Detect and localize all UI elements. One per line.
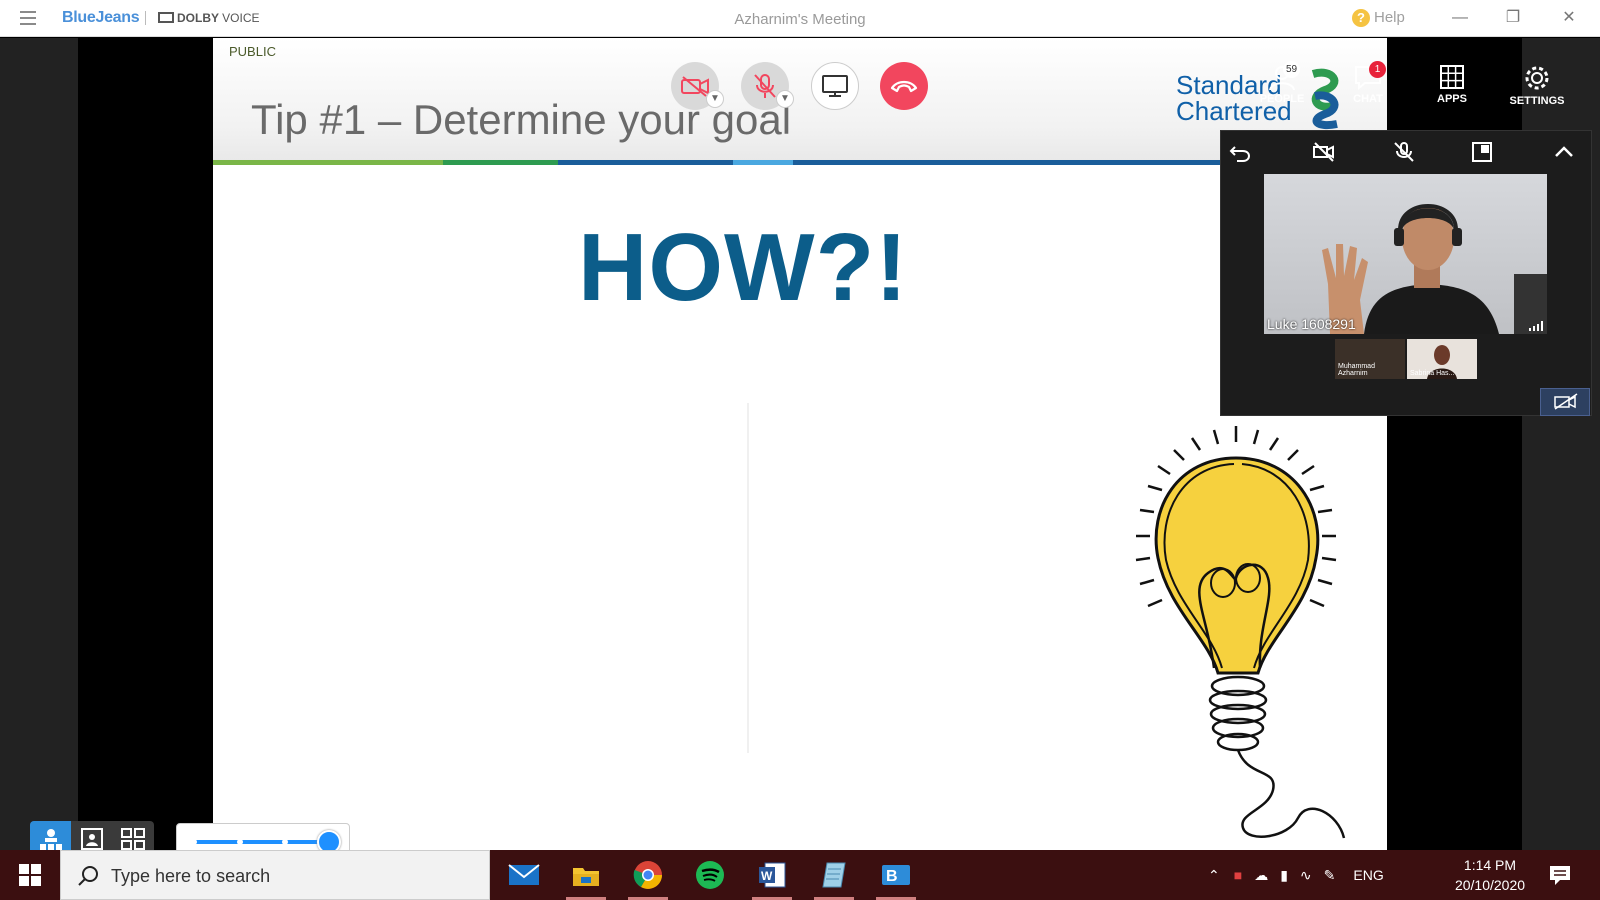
action-center-button[interactable]: [1548, 864, 1572, 891]
main-participant-video[interactable]: Luke 1608291: [1264, 174, 1547, 334]
search-icon: [78, 866, 98, 886]
slide-rule-green: [213, 160, 443, 165]
notification-app-icon[interactable]: ■: [1234, 867, 1242, 883]
video-off-icon: [681, 76, 709, 97]
slide-divider: [747, 403, 749, 753]
video-panel-toolbar: [1221, 131, 1593, 171]
thumbnail-name: Sabrina Has...: [1410, 370, 1455, 377]
svg-text:W: W: [761, 869, 773, 883]
mic-options-caret[interactable]: ▼: [776, 90, 794, 108]
chrome-app[interactable]: [624, 855, 672, 900]
mic-off-icon: [754, 74, 776, 98]
people-count-badge: 59: [1283, 61, 1301, 78]
stage-left-margin: [0, 38, 78, 850]
pen-icon[interactable]: ✎: [1324, 867, 1336, 884]
meeting-stage: PUBLIC Tip #1 – Determine your goal Stan…: [0, 38, 1600, 858]
camera-off-icon[interactable]: [1313, 141, 1335, 163]
lightbulb-illustration: [1135, 426, 1346, 839]
participant-thumbnail[interactable]: Sabrina Has...: [1407, 339, 1477, 379]
apps-grid-icon: [1440, 65, 1464, 89]
presenter-icon: [39, 829, 62, 850]
hang-up-icon: [890, 80, 918, 93]
gear-icon: [1525, 66, 1549, 90]
zoom-track: [193, 840, 329, 844]
spotify-icon: [696, 861, 724, 889]
mail-app[interactable]: [500, 855, 548, 895]
apps-label: APPS: [1437, 93, 1467, 105]
word-app[interactable]: W: [748, 855, 796, 900]
participant-name: Luke 1608291: [1267, 316, 1356, 332]
monitor-icon: [822, 75, 848, 97]
wifi-icon[interactable]: ∿: [1300, 867, 1312, 884]
bluejeans-app[interactable]: B: [872, 855, 920, 900]
windows-logo-icon: [19, 864, 41, 886]
chat-count-badge: 1: [1369, 61, 1386, 78]
zoom-stop: [191, 839, 197, 845]
help-icon: ?: [1352, 9, 1370, 27]
zoom-stop: [282, 839, 288, 845]
help-label: Help: [1374, 9, 1405, 26]
taskbar-search[interactable]: Type here to search: [60, 850, 490, 900]
hide-self-video-button[interactable]: [1540, 388, 1590, 416]
chrome-icon: [633, 861, 662, 889]
search-placeholder: Type here to search: [111, 866, 271, 886]
minimize-button[interactable]: —: [1450, 8, 1470, 28]
share-screen-button[interactable]: [811, 62, 859, 110]
language-indicator[interactable]: ENG: [1353, 867, 1383, 883]
speaker-view-icon: [80, 828, 103, 850]
apps-button[interactable]: APPS: [1417, 64, 1487, 105]
video-off-icon: [1554, 393, 1578, 410]
settings-label: SETTINGS: [1509, 95, 1565, 107]
slide-rule-blue: [558, 160, 733, 165]
slide-headline: HOW?!: [578, 214, 909, 321]
clock-date: 20/10/2020: [1454, 877, 1526, 893]
people-button[interactable]: PEOPLE: [1247, 64, 1317, 105]
chat-button[interactable]: CHAT: [1333, 64, 1403, 105]
system-tray: ⌃ ■ ☁ ▮ ∿ ✎ ENG: [1208, 850, 1384, 900]
visibility-label: PUBLIC: [229, 44, 276, 59]
mic-muted-icon[interactable]: [1393, 141, 1415, 163]
participant-thumbnail[interactable]: Muhammad Azharnim: [1335, 339, 1405, 379]
thumbnail-name: Muhammad Azharnim: [1338, 363, 1375, 377]
chat-label: CHAT: [1353, 93, 1383, 105]
start-button[interactable]: [0, 850, 60, 900]
app-titlebar: BlueJeans DOLBY VOICE Azharnim's Meeting…: [0, 0, 1600, 37]
close-button[interactable]: ✕: [1559, 8, 1579, 28]
svg-text:B: B: [886, 868, 898, 885]
chevron-up-icon[interactable]: ⌃: [1208, 867, 1220, 884]
restore-button[interactable]: ❐: [1503, 8, 1523, 28]
undo-icon[interactable]: [1229, 141, 1251, 163]
windows-taskbar: Type here to search W B ⌃ ■ ☁ ▮ ∿ ✎ ENG …: [0, 850, 1600, 900]
people-label: PEOPLE: [1259, 93, 1305, 105]
chevron-up-icon[interactable]: [1553, 141, 1575, 163]
battery-icon[interactable]: ▮: [1280, 867, 1288, 884]
participant-silhouette: [1322, 204, 1547, 334]
clock[interactable]: 1:14 PM 20/10/2020: [1440, 855, 1540, 895]
notepad-app[interactable]: [810, 855, 858, 900]
slide-rule-lightblue: [733, 160, 793, 165]
file-explorer-icon: [573, 868, 599, 886]
zoom-stop: [237, 839, 243, 845]
word-icon: W: [759, 862, 786, 888]
mail-icon: [508, 864, 540, 885]
spotify-app[interactable]: [686, 855, 734, 895]
notepad-icon: [822, 862, 846, 888]
video-options-caret[interactable]: ▼: [706, 90, 724, 108]
signal-strength-icon: [1529, 321, 1543, 331]
help-button[interactable]: ? Help: [1352, 9, 1405, 27]
clock-time: 1:14 PM: [1463, 857, 1517, 873]
end-call-button[interactable]: [880, 62, 928, 110]
file-explorer-app[interactable]: [562, 855, 610, 900]
slide-rule-teal: [443, 160, 558, 165]
shared-screen: PUBLIC Tip #1 – Determine your goal Stan…: [213, 38, 1387, 850]
popout-icon[interactable]: [1471, 141, 1493, 163]
onedrive-icon[interactable]: ☁: [1254, 867, 1268, 884]
video-panel: Luke 1608291 Muhammad Azharnim Sabrina H…: [1220, 130, 1592, 416]
notifications-icon: [1550, 866, 1570, 885]
gallery-grid-icon: [120, 828, 145, 850]
settings-button[interactable]: SETTINGS: [1502, 64, 1572, 107]
bluejeans-icon: B: [882, 865, 910, 885]
